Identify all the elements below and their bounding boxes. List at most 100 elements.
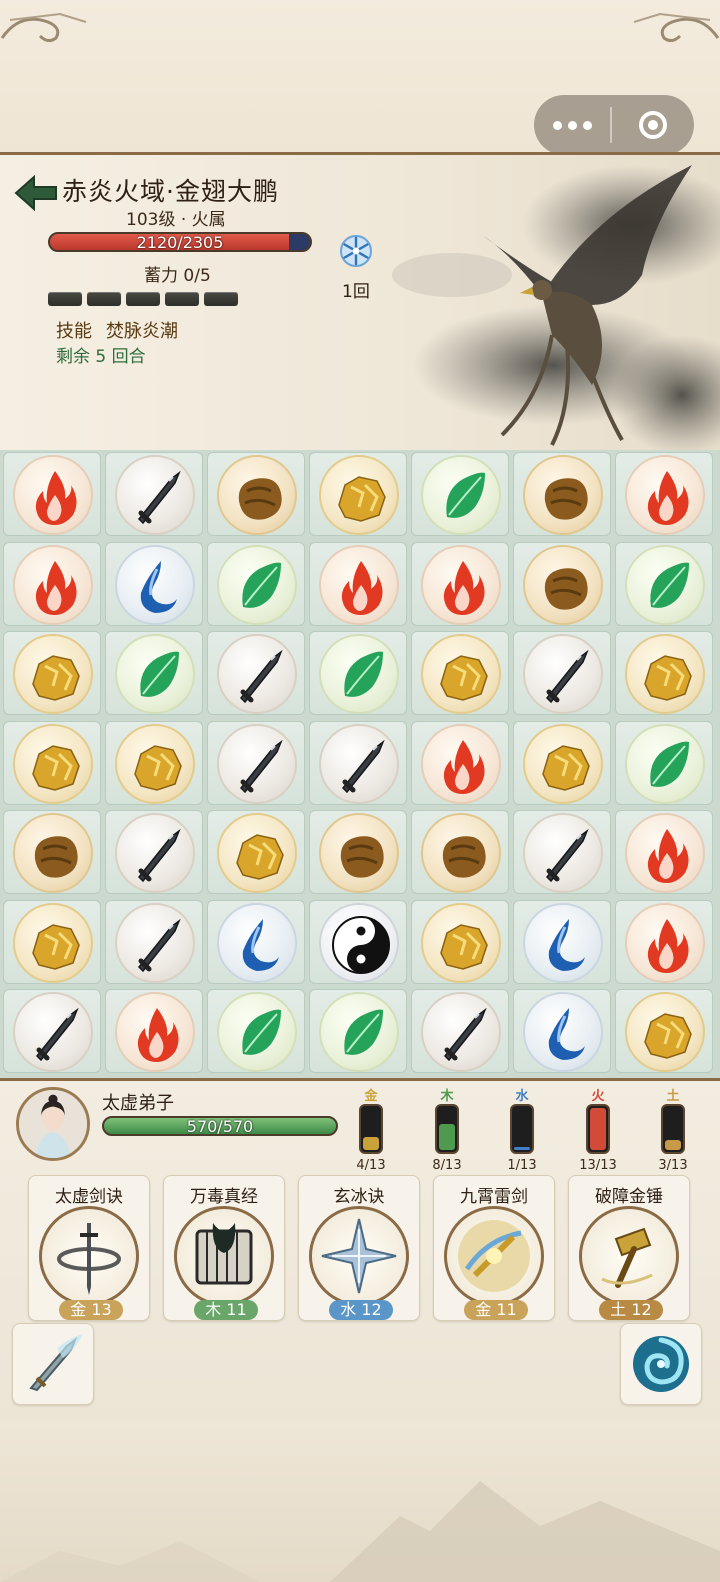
flying-sword-item-button[interactable] [12, 1323, 94, 1405]
board-cell[interactable] [513, 452, 611, 536]
water-drop-gem-icon[interactable] [523, 992, 603, 1072]
board-cell[interactable] [3, 899, 101, 984]
water-drop-gem-icon[interactable] [523, 902, 603, 983]
board-cell[interactable] [105, 989, 203, 1073]
metal-sword-gem-icon[interactable] [319, 723, 399, 804]
board-cell[interactable] [513, 989, 611, 1073]
wood-leaf-gem-icon[interactable] [217, 992, 297, 1072]
board-cell[interactable] [309, 541, 407, 626]
board-cell[interactable] [105, 631, 203, 715]
fire-gem-icon[interactable] [13, 544, 93, 625]
player-avatar[interactable] [16, 1087, 90, 1161]
board-cell[interactable] [411, 810, 509, 894]
fire-gem-icon[interactable] [13, 455, 93, 535]
skill-card[interactable]: 太虚剑诀金 13 [28, 1175, 150, 1321]
fire-gem-icon[interactable] [115, 992, 195, 1072]
board-cell[interactable] [3, 810, 101, 894]
metal-sword-gem-icon[interactable] [421, 992, 501, 1072]
board-cell[interactable] [513, 899, 611, 984]
gold-ore-gem-icon[interactable] [421, 902, 501, 983]
board-cell[interactable] [513, 810, 611, 894]
fire-gem-icon[interactable] [319, 544, 399, 625]
board-cell[interactable] [3, 631, 101, 715]
gold-ore-gem-icon[interactable] [13, 902, 93, 983]
board-cell[interactable] [207, 541, 305, 626]
gold-ore-gem-icon[interactable] [421, 634, 501, 714]
board-cell[interactable] [411, 899, 509, 984]
board-cell[interactable] [615, 810, 713, 894]
board-cell[interactable] [207, 989, 305, 1073]
metal-sword-gem-icon[interactable] [13, 992, 93, 1072]
board-cell[interactable] [105, 541, 203, 626]
board-cell[interactable] [411, 631, 509, 715]
gold-ore-gem-icon[interactable] [13, 634, 93, 714]
board-cell[interactable] [309, 720, 407, 805]
gold-ore-gem-icon[interactable] [319, 455, 399, 535]
board-cell[interactable] [105, 899, 203, 984]
fire-gem-icon[interactable] [625, 455, 705, 535]
skill-card[interactable]: 破障金锤土 12 [568, 1175, 690, 1321]
wood-leaf-gem-icon[interactable] [625, 544, 705, 625]
gold-ore-gem-icon[interactable] [625, 634, 705, 714]
back-arrow-icon[interactable] [14, 175, 58, 211]
gold-ore-gem-icon[interactable] [625, 992, 705, 1072]
gold-ore-gem-icon[interactable] [217, 813, 297, 893]
gold-ore-gem-icon[interactable] [13, 723, 93, 804]
more-dots-icon[interactable] [534, 95, 610, 155]
board-cell[interactable] [3, 452, 101, 536]
board-cell[interactable] [3, 720, 101, 805]
board-cell[interactable] [309, 810, 407, 894]
board-cell[interactable] [309, 452, 407, 536]
board-cell[interactable] [411, 452, 509, 536]
water-drop-gem-icon[interactable] [115, 544, 195, 625]
fire-gem-icon[interactable] [625, 902, 705, 983]
board-cell[interactable] [207, 899, 305, 984]
spirit-vortex-item-button[interactable] [620, 1323, 702, 1405]
wood-leaf-gem-icon[interactable] [115, 634, 195, 714]
board-cell[interactable] [309, 989, 407, 1073]
metal-sword-gem-icon[interactable] [217, 723, 297, 804]
skill-card[interactable]: 玄冰诀水 12 [298, 1175, 420, 1321]
board-cell[interactable] [105, 720, 203, 805]
fire-gem-icon[interactable] [625, 813, 705, 893]
board-cell[interactable] [513, 541, 611, 626]
wood-leaf-gem-icon[interactable] [319, 634, 399, 714]
board-cell[interactable] [105, 810, 203, 894]
earth-gem-icon[interactable] [13, 813, 93, 893]
snowflake-icon[interactable] [338, 233, 374, 269]
board-cell[interactable] [309, 899, 407, 984]
fire-gem-icon[interactable] [421, 544, 501, 625]
skill-card[interactable]: 万毒真经木 11 [163, 1175, 285, 1321]
earth-gem-icon[interactable] [523, 455, 603, 535]
earth-gem-icon[interactable] [523, 544, 603, 625]
board-cell[interactable] [411, 541, 509, 626]
board-cell[interactable] [615, 631, 713, 715]
board-cell[interactable] [207, 720, 305, 805]
board-cell[interactable] [615, 452, 713, 536]
board-cell[interactable] [3, 989, 101, 1073]
board-cell[interactable] [207, 631, 305, 715]
board-cell[interactable] [513, 631, 611, 715]
board-cell[interactable] [207, 452, 305, 536]
board-cell[interactable] [411, 989, 509, 1073]
fire-gem-icon[interactable] [421, 723, 501, 804]
gold-ore-gem-icon[interactable] [115, 723, 195, 804]
board-cell[interactable] [411, 720, 509, 805]
gold-ore-gem-icon[interactable] [523, 723, 603, 804]
metal-sword-gem-icon[interactable] [115, 455, 195, 535]
wood-leaf-gem-icon[interactable] [625, 723, 705, 804]
metal-sword-gem-icon[interactable] [523, 634, 603, 714]
wood-leaf-gem-icon[interactable] [319, 992, 399, 1072]
earth-gem-icon[interactable] [319, 813, 399, 893]
metal-sword-gem-icon[interactable] [115, 813, 195, 893]
metal-sword-gem-icon[interactable] [523, 813, 603, 893]
wood-leaf-gem-icon[interactable] [421, 455, 501, 535]
skill-card[interactable]: 九霄雷剑金 11 [433, 1175, 555, 1321]
wood-leaf-gem-icon[interactable] [217, 544, 297, 625]
metal-sword-gem-icon[interactable] [217, 634, 297, 714]
taiji-special-gem-icon[interactable] [319, 902, 399, 983]
close-circle-icon[interactable] [612, 95, 694, 155]
water-drop-gem-icon[interactable] [217, 902, 297, 983]
metal-sword-gem-icon[interactable] [115, 902, 195, 983]
board-cell[interactable] [615, 720, 713, 805]
